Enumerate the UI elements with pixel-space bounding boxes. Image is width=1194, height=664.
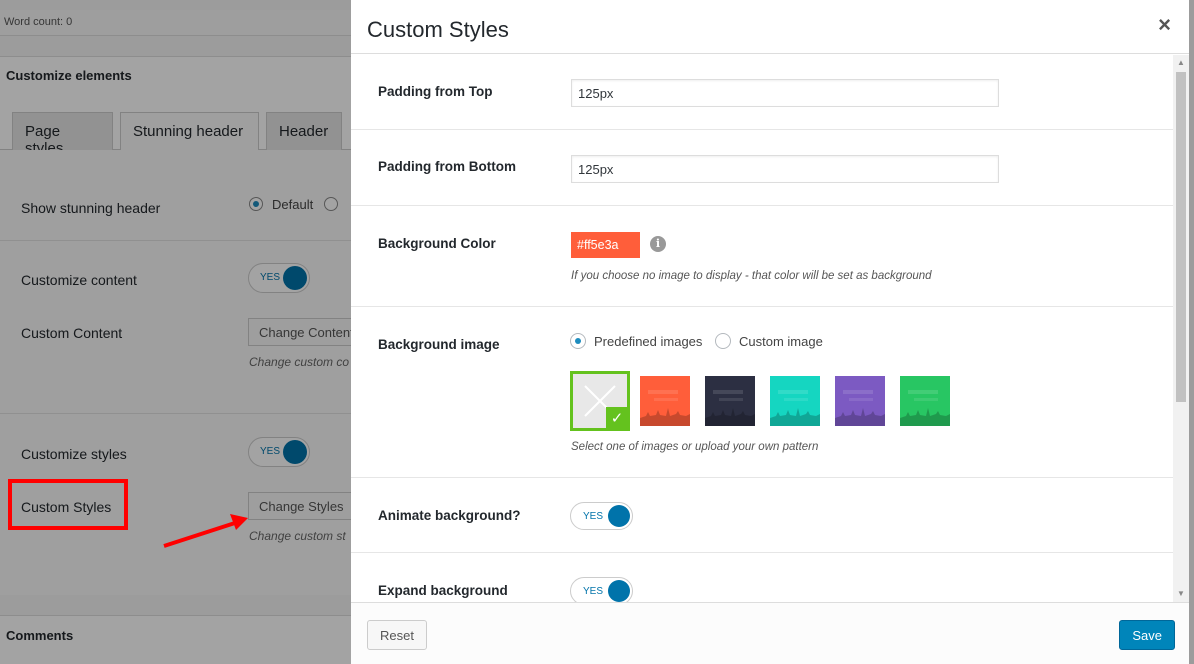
bg-color-label: Background Color (378, 236, 496, 251)
modal-scrollbar[interactable]: ▲ ▼ (1173, 55, 1189, 602)
bg-thumb-orange[interactable] (640, 376, 690, 426)
bg-color-hint: If you choose no image to display - that… (571, 270, 932, 282)
scroll-up-icon[interactable]: ▲ (1173, 55, 1189, 71)
reset-button[interactable]: Reset (367, 620, 427, 650)
padding-bottom-label: Padding from Bottom (378, 159, 516, 174)
close-icon[interactable]: × (1158, 14, 1171, 36)
red-arrow-icon (163, 514, 248, 548)
toggle-yes-text: YES (583, 586, 604, 597)
modal-title: Custom Styles (367, 17, 509, 42)
radio-predefined-images-label: Predefined images (594, 334, 703, 349)
toggle-yes-text: YES (583, 511, 604, 522)
custom-styles-modal: Custom Styles × Padding from Top Padding… (351, 0, 1189, 664)
pattern-skyline-icon (640, 376, 690, 426)
expand-bg-row: Expand background YES (351, 553, 1173, 602)
bg-thumb-purple[interactable] (835, 376, 885, 426)
padding-top-label: Padding from Top (378, 84, 493, 99)
bg-thumb-teal[interactable] (770, 376, 820, 426)
animate-bg-label: Animate background? (378, 508, 521, 523)
checkmark-icon: ✓ (606, 407, 627, 428)
bg-thumb-none[interactable]: ✓ (570, 371, 630, 431)
scroll-down-icon[interactable]: ▼ (1173, 586, 1189, 602)
padding-bottom-row: Padding from Bottom (351, 130, 1173, 206)
bg-thumb-dark[interactable] (705, 376, 755, 426)
padding-bottom-input[interactable] (571, 155, 999, 183)
pattern-skyline-icon (835, 376, 885, 426)
animate-bg-toggle[interactable]: YES (570, 502, 633, 530)
pattern-skyline-icon (900, 376, 950, 426)
animate-bg-row: Animate background? YES (351, 478, 1173, 553)
radio-custom-image[interactable] (715, 333, 731, 349)
toggle-knob (608, 505, 630, 527)
highlight-box (8, 479, 128, 530)
modal-header: Custom Styles × (351, 0, 1189, 54)
save-button[interactable]: Save (1119, 620, 1175, 650)
padding-top-input[interactable] (571, 79, 999, 107)
radio-predefined-images[interactable] (570, 333, 586, 349)
bg-image-row: Background image Predefined images Custo… (351, 307, 1173, 478)
bg-image-label: Background image (378, 337, 500, 352)
info-icon[interactable]: i (650, 236, 666, 252)
bg-color-swatch-input[interactable]: #ff5e3a (571, 232, 640, 258)
scrollbar-thumb[interactable] (1176, 72, 1186, 402)
bg-image-hint: Select one of images or upload your own … (571, 441, 819, 453)
radio-custom-image-label: Custom image (739, 334, 823, 349)
pattern-skyline-icon (705, 376, 755, 426)
expand-bg-toggle[interactable]: YES (570, 577, 633, 602)
toggle-knob (608, 580, 630, 602)
modal-body: Padding from Top Padding from Bottom Bac… (351, 55, 1189, 602)
modal-footer: Reset Save (351, 602, 1189, 664)
bg-color-row: Background Color #ff5e3a i If you choose… (351, 206, 1173, 307)
padding-top-row: Padding from Top (351, 55, 1173, 130)
expand-bg-label: Expand background (378, 583, 508, 598)
bg-thumb-green[interactable] (900, 376, 950, 426)
pattern-skyline-icon (770, 376, 820, 426)
